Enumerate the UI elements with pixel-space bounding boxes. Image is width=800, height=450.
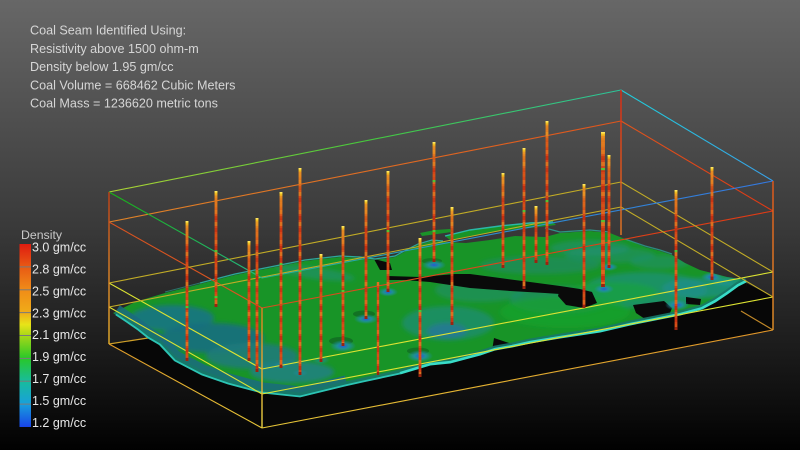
svg-text:Coal Seam Identified Using:: Coal Seam Identified Using:: [30, 24, 186, 38]
svg-text:Coal Volume = 668462 Cubic Met: Coal Volume = 668462 Cubic Meters: [30, 78, 235, 92]
svg-text:1.9 gm/cc: 1.9 gm/cc: [32, 350, 86, 364]
svg-text:2.3 gm/cc: 2.3 gm/cc: [32, 306, 86, 320]
svg-text:3.0 gm/cc: 3.0 gm/cc: [32, 241, 86, 255]
svg-text:Resistivity above 1500 ohm-m: Resistivity above 1500 ohm-m: [30, 42, 199, 56]
svg-text:Coal Mass = 1236620 metric ton: Coal Mass = 1236620 metric tons: [30, 97, 218, 111]
svg-text:1.5 gm/cc: 1.5 gm/cc: [32, 394, 86, 408]
svg-text:Density below 1.95 gm/cc: Density below 1.95 gm/cc: [30, 60, 174, 74]
svg-text:2.1 gm/cc: 2.1 gm/cc: [32, 328, 86, 342]
svg-text:1.2 gm/cc: 1.2 gm/cc: [32, 416, 86, 430]
svg-text:2.5 gm/cc: 2.5 gm/cc: [32, 284, 86, 298]
svg-text:1.7 gm/cc: 1.7 gm/cc: [32, 372, 86, 386]
svg-text:2.8 gm/cc: 2.8 gm/cc: [32, 263, 86, 277]
